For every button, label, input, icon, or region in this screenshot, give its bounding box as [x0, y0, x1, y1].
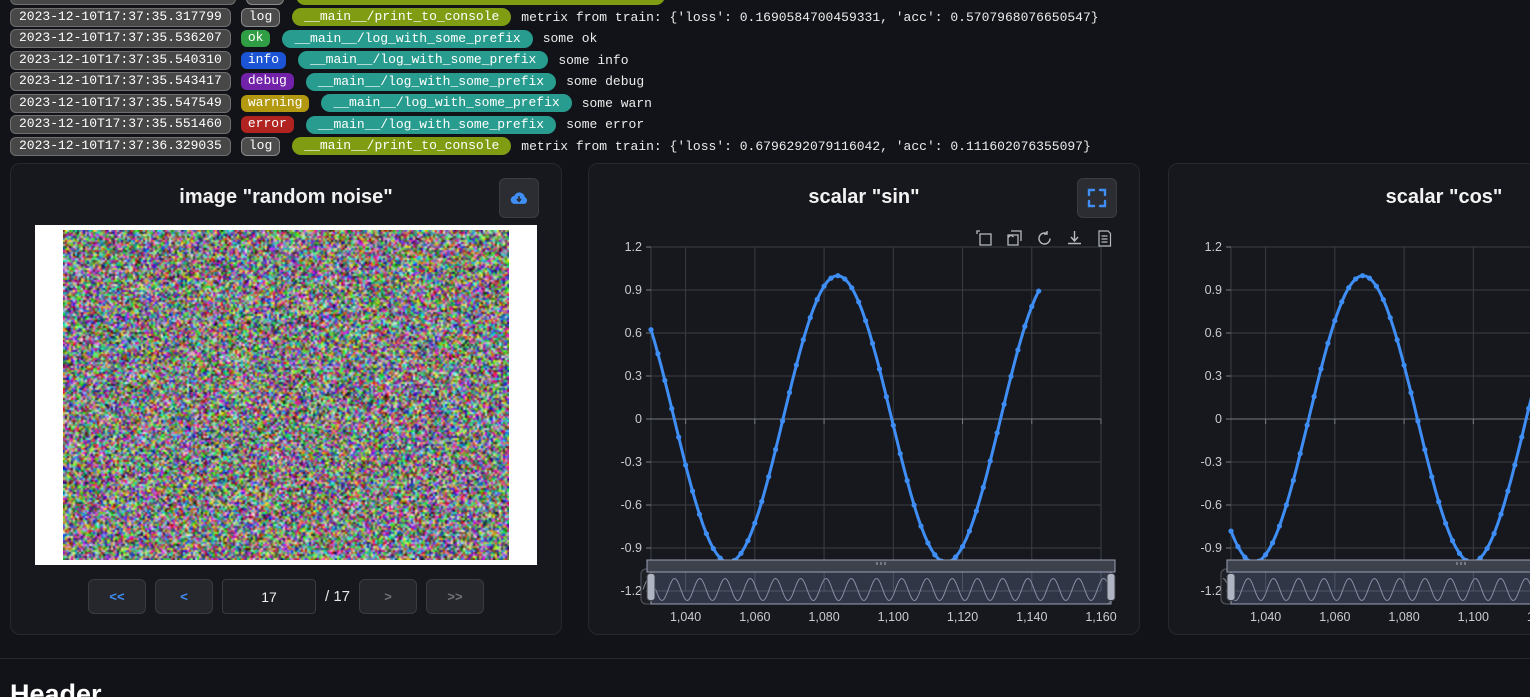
log-row: 2023-12-10T17:37:35.536207 ok __main__/log…	[10, 30, 1530, 47]
log-prefix-badge	[296, 0, 665, 5]
log-timestamp: 2023-12-10T17:37:35.540310	[10, 51, 231, 70]
log-message: metrix from train: {'loss': 0.1690584700…	[521, 10, 1098, 25]
log-message: some debug	[566, 74, 644, 89]
cos-chart-plot[interactable]: 1.2 0.9 0.6 0.3 0 -0.3 -0.6 -0.9 -1.2 1,040 1,060 1…	[1169, 164, 1530, 634]
image-figure-frame	[35, 225, 537, 565]
log-timestamp: 2023-12-10T17:37:35.547549	[10, 94, 231, 113]
image-card-title: image "random noise"	[11, 186, 561, 209]
log-level-badge: warning	[241, 95, 310, 112]
log-prefix-badge: __main__/log_with_some_prefix	[306, 73, 556, 91]
cos-chart-card: scalar "cos" 1.20.90.60.30-0.3-0.6-0.9-1…	[1168, 163, 1530, 635]
svg-text:0.3: 0.3	[625, 369, 642, 383]
svg-text:1,080: 1,080	[808, 610, 839, 624]
svg-text:1,140: 1,140	[1016, 610, 1047, 624]
svg-text:-0.3: -0.3	[1200, 455, 1222, 469]
prev-page-button[interactable]: <	[155, 579, 213, 614]
log-row: 2023-12-10T17:37:35.317799 log __main__/pr…	[10, 9, 1530, 26]
svg-text:0: 0	[1215, 412, 1222, 426]
log-level-badge: log	[241, 8, 280, 27]
svg-text:0: 0	[635, 412, 642, 426]
svg-text:1,060: 1,060	[1319, 610, 1350, 624]
svg-text:1.2: 1.2	[1205, 240, 1222, 254]
svg-text:-0.6: -0.6	[1200, 498, 1222, 512]
log-console: 2023-12-10T17:37:35.317799 log __main__/pr…	[10, 0, 1530, 159]
svg-text:-0.6: -0.6	[620, 498, 642, 512]
log-timestamp: 2023-12-10T17:37:35.551460	[10, 115, 231, 134]
svg-text:0.9: 0.9	[1205, 283, 1222, 297]
svg-text:-0.9: -0.9	[620, 541, 642, 555]
svg-text:-0.9: -0.9	[1200, 541, 1222, 555]
last-page-button[interactable]: >>	[426, 579, 484, 614]
log-prefix-badge: __main__/log_with_some_prefix	[321, 94, 571, 112]
log-row	[10, 0, 1530, 4]
log-prefix-badge: __main__/print_to_console	[292, 137, 511, 155]
section-divider	[0, 658, 1530, 659]
log-timestamp: 2023-12-10T17:37:36.329035	[10, 137, 231, 156]
log-timestamp: 2023-12-10T17:37:35.317799	[10, 8, 231, 27]
random-noise-image	[63, 230, 509, 560]
log-message: metrix from train: {'loss': 0.6796292079…	[521, 139, 1091, 154]
image-card: image "random noise" << < / 17 > >>	[10, 163, 562, 635]
svg-text:0.3: 0.3	[1205, 369, 1222, 383]
svg-text:1,100: 1,100	[878, 610, 909, 624]
log-row: 2023-12-10T17:37:36.329035 log __main__/pr…	[10, 138, 1530, 155]
log-prefix-badge: __main__/log_with_some_prefix	[306, 116, 556, 134]
log-prefix-badge: __main__/log_with_some_prefix	[282, 30, 532, 48]
svg-text:-1.2: -1.2	[620, 584, 642, 598]
first-page-button[interactable]: <<	[88, 579, 146, 614]
log-row: 2023-12-10T17:37:35.547549 warning __main_…	[10, 95, 1530, 112]
svg-text:1.2: 1.2	[625, 240, 642, 254]
log-level-badge: ok	[241, 30, 271, 47]
page-number-input[interactable]	[222, 579, 316, 614]
image-pagination: << < / 17 > >>	[11, 579, 561, 614]
log-message: some error	[566, 117, 644, 132]
sin-chart-plot[interactable]: 1.2 0.9 0.6 0.3 0 -0.3 -0.6 -0.9 -1.2 1,040 1,060 1…	[589, 164, 1139, 634]
next-page-button[interactable]: >	[359, 579, 417, 614]
cloud-download-icon	[508, 188, 530, 208]
svg-text:1,100: 1,100	[1458, 610, 1489, 624]
log-message: some ok	[543, 31, 598, 46]
next-section-heading: Header	[10, 679, 102, 697]
log-row: 2023-12-10T17:37:35.551460 error __main__/…	[10, 116, 1530, 133]
log-row: 2023-12-10T17:37:35.543417 debug __main__/…	[10, 73, 1530, 90]
page-total-label: / 17	[325, 588, 350, 605]
log-level-badge: debug	[241, 73, 294, 90]
svg-text:1,040: 1,040	[670, 610, 701, 624]
svg-text:1,080: 1,080	[1388, 610, 1419, 624]
log-level-badge: error	[241, 116, 294, 133]
log-level-badge	[246, 0, 284, 5]
svg-text:1,060: 1,060	[739, 610, 770, 624]
log-timestamp: 2023-12-10T17:37:35.536207	[10, 29, 231, 48]
download-image-button[interactable]	[499, 178, 539, 218]
svg-text:-0.3: -0.3	[620, 455, 642, 469]
log-message: some warn	[582, 96, 652, 111]
log-message: some info	[558, 53, 628, 68]
sin-chart-card: scalar "sin" 1.20.90.60.30-0.3-0.6-0.9-1…	[588, 163, 1140, 635]
svg-text:0.6: 0.6	[1205, 326, 1222, 340]
svg-text:0.6: 0.6	[625, 326, 642, 340]
log-row: 2023-12-10T17:37:35.540310 info __main__/l…	[10, 52, 1530, 69]
svg-text:1,160: 1,160	[1085, 610, 1116, 624]
log-level-badge: info	[241, 52, 286, 69]
log-prefix-badge: __main__/print_to_console	[292, 8, 511, 26]
log-timestamp	[10, 0, 236, 5]
svg-text:0.9: 0.9	[625, 283, 642, 297]
log-level-badge: log	[241, 137, 280, 156]
svg-text:-1.2: -1.2	[1200, 584, 1222, 598]
svg-text:1,040: 1,040	[1250, 610, 1281, 624]
log-timestamp: 2023-12-10T17:37:35.543417	[10, 72, 231, 91]
svg-text:1,120: 1,120	[947, 610, 978, 624]
log-prefix-badge: __main__/log_with_some_prefix	[298, 51, 548, 69]
